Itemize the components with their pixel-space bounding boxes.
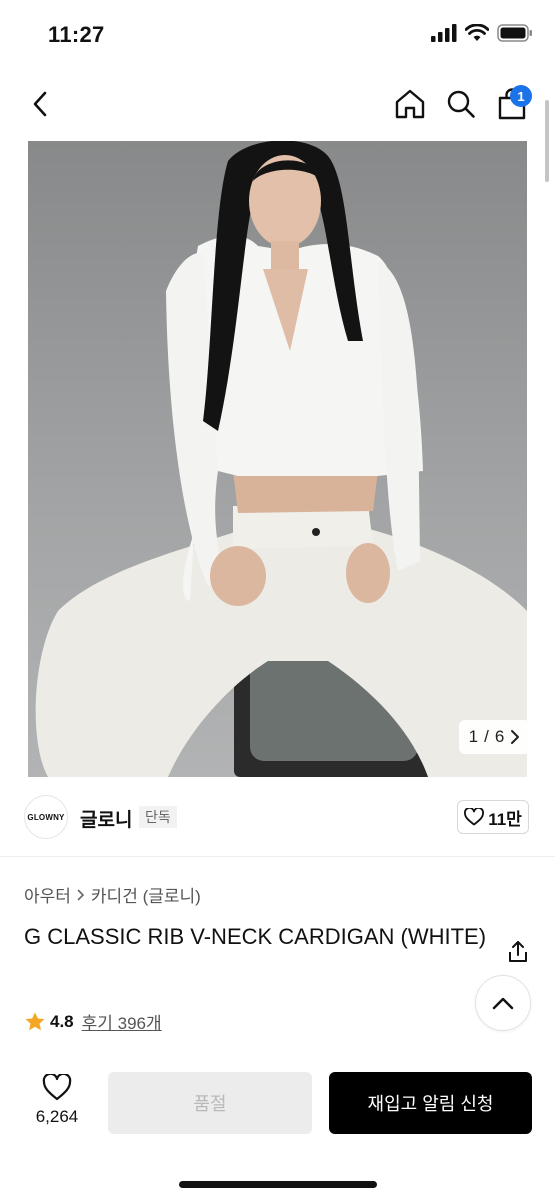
brand-logo-text: GLOWNY bbox=[27, 812, 65, 822]
search-button[interactable] bbox=[443, 86, 479, 122]
heart-icon bbox=[42, 1074, 72, 1101]
image-counter[interactable]: 1 / 6 bbox=[459, 720, 530, 754]
restock-alert-button[interactable]: 재입고 알림 신청 bbox=[329, 1072, 532, 1134]
chevron-up-icon bbox=[492, 997, 514, 1010]
image-counter-separator: / bbox=[484, 727, 489, 746]
breadcrumb-item-category[interactable]: 아우터 bbox=[24, 882, 71, 907]
scrollbar[interactable] bbox=[545, 100, 549, 182]
status-icons bbox=[431, 23, 533, 47]
brand-logo[interactable]: GLOWNY bbox=[24, 795, 68, 839]
rating-score: 4.8 bbox=[50, 1011, 74, 1031]
scroll-to-top-button[interactable] bbox=[475, 975, 531, 1031]
product-title: G CLASSIC RIB V-NECK CARDIGAN (WHITE) bbox=[24, 924, 487, 949]
nav-bar bbox=[0, 66, 555, 142]
brand-like-count: 11만 bbox=[488, 809, 522, 829]
soldout-button[interactable]: 품절 bbox=[108, 1072, 312, 1134]
breadcrumb-item-subcategory[interactable]: 카디건 (글로니) bbox=[91, 882, 201, 907]
wish-button[interactable]: 6,264 bbox=[28, 1074, 86, 1134]
signal-icon bbox=[431, 24, 457, 47]
status-bar: 11:27 bbox=[0, 0, 555, 66]
heart-icon bbox=[464, 808, 485, 826]
product-photo bbox=[28, 141, 527, 777]
product-image[interactable] bbox=[28, 141, 527, 777]
review-link[interactable]: 후기 396개 bbox=[82, 1009, 162, 1034]
back-button[interactable] bbox=[22, 86, 58, 122]
chevron-right-icon bbox=[77, 889, 85, 900]
share-button[interactable] bbox=[504, 938, 532, 966]
brand-row: GLOWNY 글로니 단독 11만 bbox=[0, 777, 555, 857]
wifi-icon bbox=[464, 23, 490, 47]
image-counter-total: 6 bbox=[494, 727, 505, 746]
back-icon bbox=[33, 91, 47, 117]
image-counter-current: 1 bbox=[468, 727, 479, 746]
chevron-right-icon bbox=[511, 730, 520, 744]
cart-badge: 1 bbox=[510, 85, 532, 107]
home-icon bbox=[395, 89, 425, 119]
battery-icon bbox=[497, 24, 533, 47]
brand-name[interactable]: 글로니 bbox=[80, 805, 132, 832]
home-indicator bbox=[179, 1181, 377, 1188]
status-time: 11:27 bbox=[48, 22, 105, 47]
home-button[interactable] bbox=[392, 86, 428, 122]
bottom-action-bar: 6,264 품절 재입고 알림 신청 bbox=[0, 1060, 555, 1200]
breadcrumb: 아우터 카디건 (글로니) bbox=[24, 882, 201, 907]
star-icon bbox=[25, 1011, 45, 1030]
share-icon bbox=[509, 941, 527, 962]
wish-count: 6,264 bbox=[35, 1107, 79, 1126]
brand-like-button[interactable]: 11만 bbox=[457, 800, 529, 834]
search-icon bbox=[447, 90, 475, 118]
exclusive-badge: 단독 bbox=[139, 806, 177, 828]
rating-row: 4.8 후기 396개 bbox=[24, 1009, 162, 1034]
